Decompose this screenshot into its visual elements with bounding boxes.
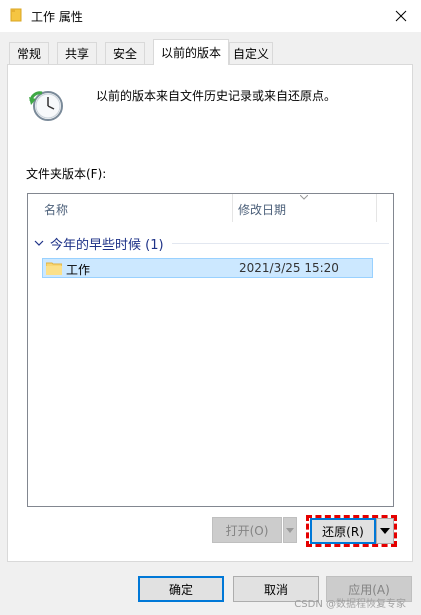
close-icon: [395, 10, 407, 22]
highlight-box: [306, 515, 397, 547]
group-label: 今年的早些时候 (1): [50, 237, 164, 253]
group-divider: [171, 242, 389, 244]
watermark: CSDN @数据程恢复专家: [294, 599, 406, 610]
tab-customize[interactable]: 自定义: [229, 42, 273, 64]
window-title: 工作 属性: [31, 10, 83, 24]
folder-icon: [10, 8, 22, 22]
group-header[interactable]: 今年的早些时候 (1): [34, 233, 389, 253]
folder-versions-label: 文件夹版本(F):: [26, 167, 107, 181]
open-button[interactable]: 打开(O): [212, 517, 282, 543]
chevron-down-icon: [34, 240, 44, 246]
ok-button[interactable]: 确定: [138, 576, 224, 602]
close-button[interactable]: [381, 0, 421, 32]
versions-list[interactable]: 名称 修改日期 今年的早些时候 (1) 工作 2021/3/25 15:20: [27, 193, 394, 507]
column-header-name[interactable]: 名称: [44, 194, 232, 224]
folder-icon: [46, 262, 62, 275]
caret-down-icon: [286, 527, 294, 533]
tab-sharing[interactable]: 共享: [57, 42, 97, 64]
column-separator[interactable]: [232, 194, 233, 222]
column-header-date-modified[interactable]: 修改日期: [238, 194, 373, 224]
tab-previous-versions[interactable]: 以前的版本: [153, 39, 229, 65]
tab-security[interactable]: 安全: [105, 42, 145, 64]
row-date: 2021/3/25 15:20: [239, 261, 339, 275]
open-dropdown-button[interactable]: [283, 517, 297, 543]
tab-panel: 以前的版本来自文件历史记录或来自还原点。 文件夹版本(F): 名称 修改日期 今…: [7, 64, 413, 562]
tab-general[interactable]: 常规: [9, 42, 49, 64]
row-name: 工作: [66, 263, 91, 277]
file-history-clock-icon: [29, 91, 63, 121]
info-text: 以前的版本来自文件历史记录或来自还原点。: [96, 89, 337, 103]
title-bar: 工作 属性: [0, 0, 421, 32]
column-separator[interactable]: [376, 194, 377, 222]
